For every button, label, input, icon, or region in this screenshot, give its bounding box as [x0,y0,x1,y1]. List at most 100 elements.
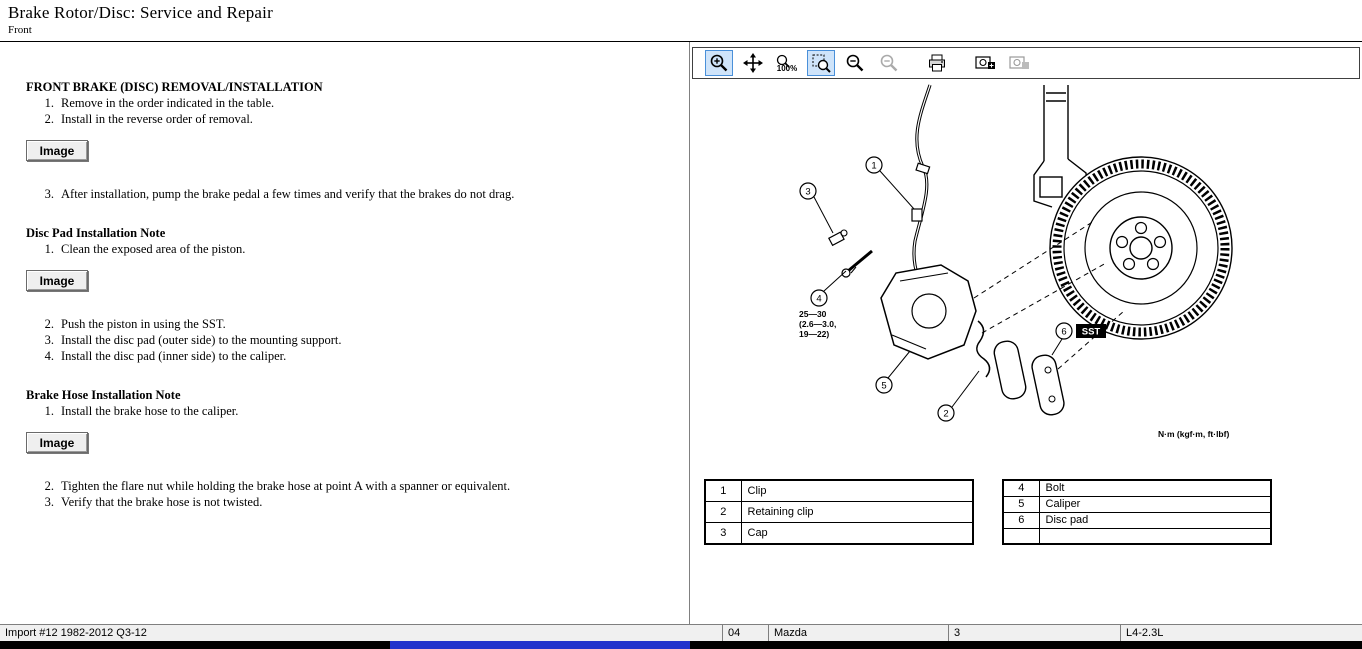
diagram-canvas[interactable]: 1 2 3 4 5 6 SST 25—30 (2.6—3.0, 19—22) [690,79,1362,471]
image-capture-icon[interactable] [971,50,999,76]
image-button[interactable]: Image [26,140,88,161]
sst-label: SST [1076,324,1106,338]
table-row: 2 Retaining clip [705,501,973,522]
svg-text:1: 1 [871,161,876,172]
step-number: 1. [38,242,54,257]
status-model: 3 [948,625,1120,641]
legend-label [1039,528,1271,544]
step-number: 2. [38,479,54,494]
rotor-shape [1050,157,1232,339]
step-item: 2. Install in the reverse order of remov… [38,112,669,127]
step-item: 2. Tighten the flare nut while holding t… [38,479,669,494]
step-text: Install the disc pad (inner side) to the… [61,349,286,364]
legend-tables: 1 Clip 2 Retaining clip 3 Cap [690,479,1362,545]
step-number: 2. [38,317,54,332]
zoom-area-icon[interactable] [807,50,835,76]
section-heading: Brake Hose Installation Note [26,388,669,403]
brake-assembly-diagram: 1 2 3 4 5 6 SST 25—30 (2.6—3.0, 19—22) [696,83,1356,471]
step-item: 3. Verify that the brake hose is not twi… [38,495,669,510]
legend-num [1003,528,1039,544]
step-text: Remove in the order indicated in the tab… [61,96,274,111]
zoom-100-label: 100% [777,64,797,73]
legend-label: Retaining clip [741,501,973,522]
units-note: N·m (kgf·m, ft·lbf) [1158,429,1229,439]
legend-label: Disc pad [1039,512,1271,528]
cap-shape [829,230,847,245]
torque-note: 25—30 (2.6—3.0, 19—22) [799,309,836,339]
table-row: 3 Cap [705,523,973,544]
main-area: FRONT BRAKE (DISC) REMOVAL/INSTALLATION … [0,42,1362,624]
step-text: After installation, pump the brake pedal… [61,187,514,202]
step-item: 3. After installation, pump the brake pe… [38,187,669,202]
svg-text:2: 2 [943,409,948,420]
status-bar: Import #12 1982-2012 Q3-12 04 Mazda 3 L4… [0,624,1362,641]
svg-text:5: 5 [881,381,886,392]
step-text: Verify that the brake hose is not twiste… [61,495,262,510]
step-item: 4. Install the disc pad (inner side) to … [38,349,669,364]
image-viewer-panel: 100% [690,42,1362,624]
legend-num: 5 [1003,496,1039,512]
svg-text:25—30: 25—30 [799,309,827,319]
table-row: 4 Bolt [1003,480,1271,496]
svg-text:3: 3 [805,187,810,198]
legend-label: Caliper [1039,496,1271,512]
step-number: 2. [38,112,54,127]
legend-num: 2 [705,501,741,522]
zoom-in-icon[interactable] [705,50,733,76]
step-number: 1. [38,404,54,419]
table-row: 1 Clip [705,480,973,501]
page-subtitle: Front [8,24,1354,36]
section-heading: Disc Pad Installation Note [26,226,669,241]
step-text: Install the brake hose to the caliper. [61,404,238,419]
bottom-bar [0,641,1362,649]
brake-hose-shape [912,85,930,285]
page-header: Brake Rotor/Disc: Service and Repair Fro… [0,0,1362,42]
legend-label: Clip [741,480,973,501]
procedure-panel: FRONT BRAKE (DISC) REMOVAL/INSTALLATION … [0,42,690,624]
bolt-shape [842,251,872,277]
zoom-disabled-icon [875,50,903,76]
step-text: Install the disc pad (outer side) to the… [61,333,342,348]
zoom-out-icon[interactable] [841,50,869,76]
step-text: Clean the exposed area of the piston. [61,242,245,257]
legend-num: 3 [705,523,741,544]
retaining-clip-shape [977,321,990,377]
legend-label: Cap [741,523,973,544]
callout-5: 5 [876,377,892,393]
image-button[interactable]: Image [26,270,88,291]
status-import-info: Import #12 1982-2012 Q3-12 [0,625,722,641]
step-number: 3. [38,187,54,202]
legend-table-right: 4 Bolt 5 Caliper 6 Disc pad [1002,479,1272,545]
step-item: 1. Clean the exposed area of the piston. [38,242,669,257]
zoom-100-icon[interactable]: 100% [773,50,801,76]
pan-icon[interactable] [739,50,767,76]
step-number: 4. [38,349,54,364]
step-item: 3. Install the disc pad (outer side) to … [38,333,669,348]
step-text: Tighten the flare nut while holding the … [61,479,510,494]
page-title: Brake Rotor/Disc: Service and Repair [8,3,1354,23]
legend-table-left: 1 Clip 2 Retaining clip 3 Cap [704,479,974,545]
svg-text:(2.6—3.0,: (2.6—3.0, [799,319,836,329]
callout-1: 1 [866,157,882,173]
bottom-bar-highlight [390,641,690,649]
step-text: Install in the reverse order of removal. [61,112,253,127]
legend-num: 6 [1003,512,1039,528]
status-year: 04 [722,625,768,641]
legend-label: Bolt [1039,480,1271,496]
table-row [1003,528,1271,544]
step-text: Push the piston in using the SST. [61,317,226,332]
viewer-toolbar: 100% [692,47,1360,79]
callout-6: 6 [1056,323,1072,339]
section-heading: FRONT BRAKE (DISC) REMOVAL/INSTALLATION [26,80,669,95]
svg-text:SST: SST [1082,327,1101,338]
svg-text:6: 6 [1061,327,1066,338]
image-button[interactable]: Image [26,432,88,453]
callout-3: 3 [800,183,816,199]
print-icon[interactable] [923,50,951,76]
step-number: 3. [38,495,54,510]
step-item: 1. Remove in the order indicated in the … [38,96,669,111]
step-item: 1. Install the brake hose to the caliper… [38,404,669,419]
status-make: Mazda [768,625,948,641]
table-row: 5 Caliper [1003,496,1271,512]
step-number: 3. [38,333,54,348]
